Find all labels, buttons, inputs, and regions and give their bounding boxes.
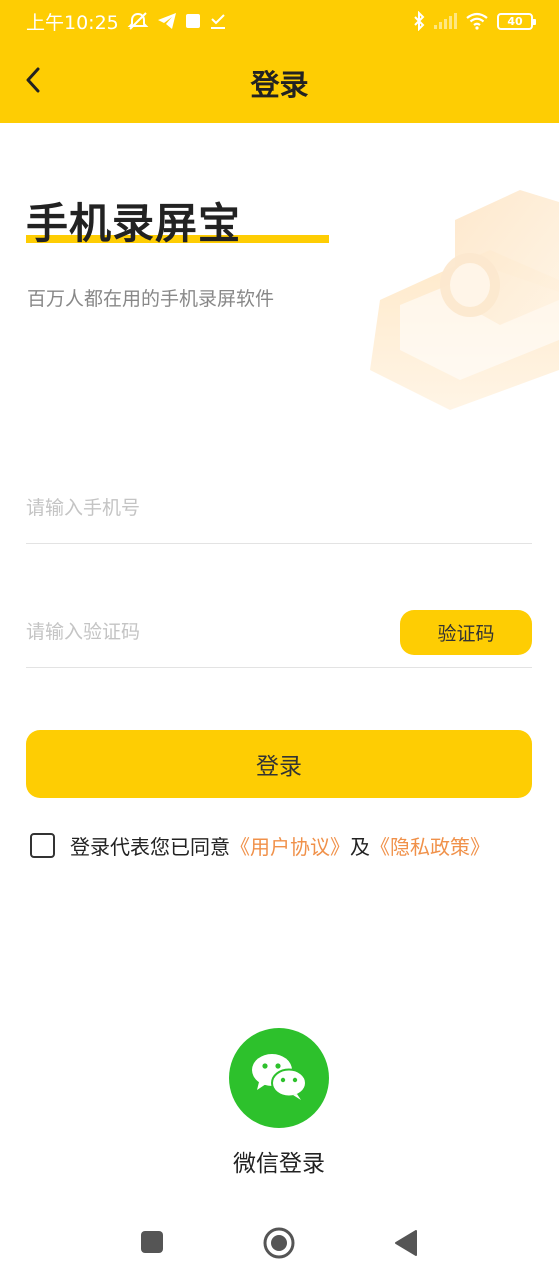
phone-field [26, 484, 532, 544]
system-nav-bar [0, 1212, 559, 1276]
recent-apps-icon[interactable] [140, 1230, 164, 1258]
nav-bar: 登录 [0, 42, 559, 123]
agreement-row: 登录代表您已同意 《用户协议》 及 《隐私政策》 [30, 829, 490, 861]
status-bar: 上午10:25 40 [0, 0, 559, 42]
telegram-icon [157, 12, 177, 30]
download-done-icon [209, 12, 227, 30]
home-icon[interactable] [263, 1227, 295, 1263]
login-button[interactable]: 登录 [26, 730, 532, 798]
wifi-icon [465, 12, 489, 30]
bluetooth-icon [413, 11, 425, 31]
verification-code-input[interactable] [26, 608, 386, 656]
agree-checkbox[interactable] [30, 832, 55, 858]
app-title-block: 手机录屏宝 [26, 198, 336, 254]
user-agreement-link[interactable]: 《用户协议》 [230, 831, 350, 860]
status-left: 上午10:25 [26, 8, 227, 35]
privacy-policy-link[interactable]: 《隐私政策》 [370, 831, 490, 860]
camera-illustration [360, 180, 559, 420]
signal-icon [433, 13, 457, 29]
get-code-button[interactable]: 验证码 [400, 610, 532, 655]
app-header: 上午10:25 40 登录 [0, 0, 559, 123]
wechat-login: 微信登录 [229, 1028, 329, 1178]
status-right: 40 [413, 11, 536, 31]
back-button[interactable] [18, 64, 48, 100]
phone-input[interactable] [26, 484, 386, 532]
mute-alarm-icon [127, 11, 149, 31]
battery-icon: 40 [497, 12, 536, 30]
app-name: 手机录屏宝 [26, 199, 242, 248]
wechat-login-label: 微信登录 [233, 1151, 325, 1177]
wechat-login-button[interactable] [229, 1028, 329, 1128]
chevron-left-icon [25, 67, 41, 97]
status-time: 上午10:25 [26, 11, 119, 34]
wechat-icon [249, 1050, 309, 1106]
agreement-prefix: 登录代表您已同意 [70, 834, 230, 859]
square-notification-icon [185, 13, 201, 29]
code-field: 验证码 [26, 608, 532, 668]
back-triangle-icon[interactable] [394, 1229, 418, 1261]
app-subtitle: 百万人都在用的手机录屏软件 [27, 288, 275, 310]
agreement-conjunction: 及 [350, 834, 370, 859]
page-title: 登录 [250, 67, 309, 102]
